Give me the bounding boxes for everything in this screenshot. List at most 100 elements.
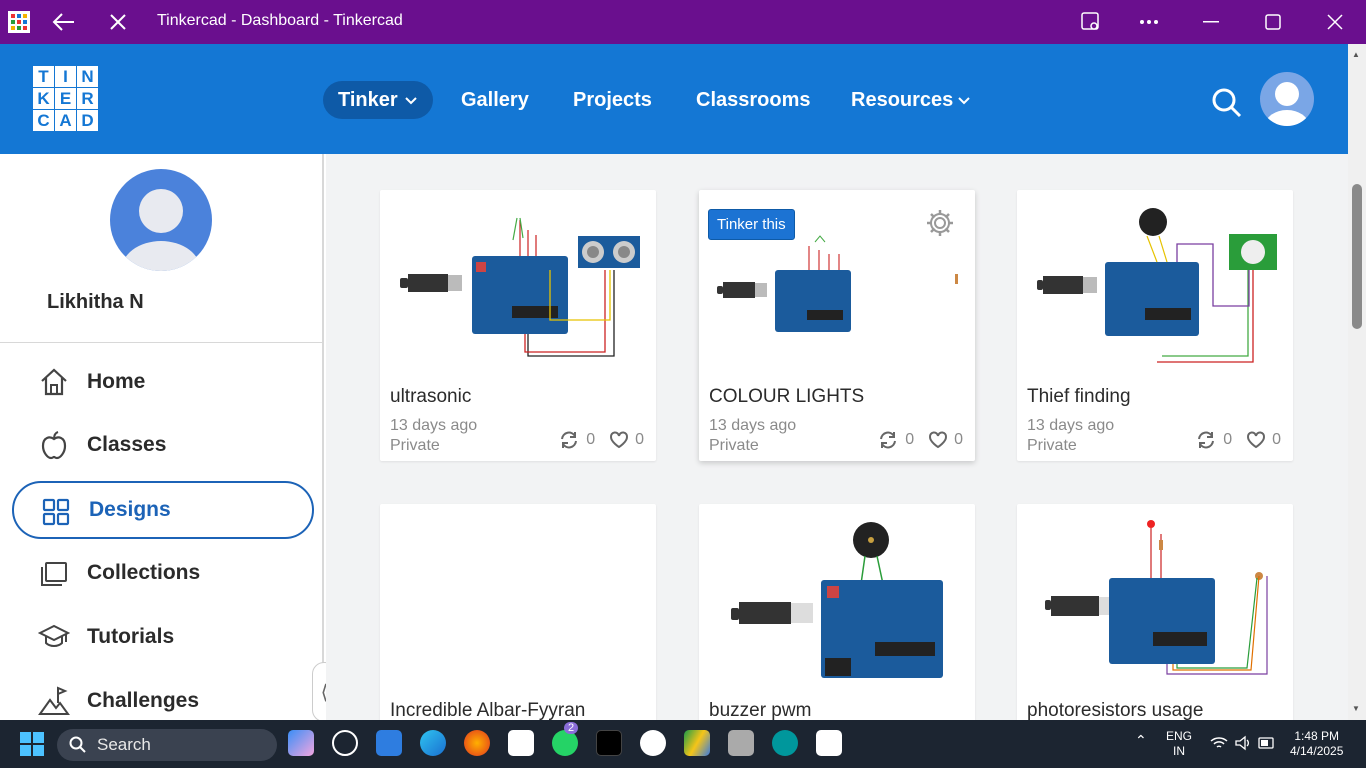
taskbar-clock[interactable]: 1:48 PM 4/14/2025	[1290, 729, 1343, 759]
design-card[interactable]: ultrasonic 13 days ago Private 0 0	[380, 190, 656, 461]
whatsapp-icon[interactable]: 2	[552, 722, 579, 756]
sidebar-item-designs[interactable]: Designs	[12, 481, 314, 539]
windows-taskbar: Search 2 ⌃ ENG IN 1:48 PM 4/14/2025	[0, 720, 1366, 768]
remix-icon	[1198, 431, 1215, 449]
nav-tinker[interactable]: Tinker	[323, 81, 433, 119]
nav-classrooms-label: Classrooms	[696, 88, 811, 111]
battery-icon[interactable]	[1258, 736, 1276, 754]
design-card[interactable]: buzzer pwm	[699, 504, 975, 720]
design-stats: 0 0	[1195, 430, 1281, 450]
copilot-icon[interactable]	[288, 730, 314, 756]
heart-icon[interactable]	[928, 431, 948, 449]
designs-grid: ultrasonic 13 days ago Private 0 0 Tinke…	[326, 154, 1348, 720]
design-title[interactable]: COLOUR LIGHTS	[709, 386, 864, 408]
search-icon[interactable]	[1208, 84, 1244, 120]
nav-gallery[interactable]: Gallery	[446, 81, 544, 119]
store-icon[interactable]	[376, 730, 402, 756]
edge-icon[interactable]	[420, 730, 446, 756]
windows-start-icon[interactable]	[20, 732, 44, 761]
design-thumbnail[interactable]	[380, 504, 656, 689]
nav-classrooms[interactable]: Classrooms	[681, 81, 826, 119]
design-card[interactable]: Tinker this COLOUR LIGHTS 13 days ago Pr…	[699, 190, 975, 461]
sidebar-item-collections[interactable]: Collections	[12, 544, 314, 602]
sidebar-item-label: Collections	[87, 561, 201, 584]
search-placeholder: Search	[97, 735, 151, 754]
more-options-icon[interactable]	[1134, 0, 1164, 44]
design-thumbnail[interactable]	[699, 504, 975, 689]
chevron-up-icon[interactable]: ⌃	[1135, 732, 1147, 749]
app-icon[interactable]	[728, 730, 754, 756]
tinkercad-taskbar-icon[interactable]	[816, 730, 842, 756]
minimize-icon[interactable]	[1196, 0, 1226, 44]
sidebar-item-home[interactable]: Home	[12, 353, 314, 411]
app-available-icon[interactable]	[1076, 0, 1106, 44]
scroll-up-icon[interactable]: ▲	[1352, 50, 1360, 59]
design-title[interactable]: buzzer pwm	[709, 700, 811, 720]
sidebar-item-classes[interactable]: Classes	[12, 416, 314, 474]
nav-resources[interactable]: Resources	[836, 81, 986, 119]
design-thumbnail[interactable]	[1017, 190, 1293, 375]
sidebar-item-challenges[interactable]: Challenges	[12, 672, 314, 720]
design-privacy: Private	[709, 437, 759, 454]
heart-icon[interactable]	[1246, 431, 1266, 449]
sidebar-item-label: Classes	[87, 433, 167, 456]
sidebar-item-tutorials[interactable]: Tutorials	[12, 608, 314, 666]
user-avatar[interactable]	[1260, 72, 1314, 126]
close-window-icon[interactable]	[1320, 0, 1350, 44]
language-indicator[interactable]: ENG IN	[1166, 729, 1192, 759]
scroll-down-icon[interactable]: ▼	[1352, 704, 1360, 713]
heart-icon[interactable]	[609, 431, 629, 449]
google-drive-icon[interactable]	[684, 730, 710, 756]
graduation-cap-icon	[37, 621, 71, 653]
medium-icon[interactable]	[596, 730, 622, 756]
scrollbar-thumb[interactable]	[1352, 184, 1362, 329]
notification-badge: 2	[564, 722, 579, 734]
arduino-ide-icon[interactable]	[772, 730, 798, 756]
design-title[interactable]: ultrasonic	[390, 386, 471, 408]
gear-icon[interactable]	[925, 208, 955, 238]
close-page-icon[interactable]	[103, 0, 133, 44]
nav-tinker-label: Tinker	[338, 88, 398, 111]
firefox-icon[interactable]	[464, 730, 490, 756]
window-title: Tinkercad - Dashboard - Tinkercad	[157, 12, 403, 29]
gmail-icon[interactable]	[508, 730, 534, 756]
taskbar-search[interactable]: Search	[57, 729, 277, 761]
design-title[interactable]: photoresistors usage	[1027, 700, 1203, 720]
design-privacy: Private	[1027, 437, 1077, 454]
volume-icon[interactable]	[1234, 735, 1252, 756]
lang-line-2: IN	[1173, 744, 1185, 758]
search-icon	[69, 736, 86, 753]
back-arrow-icon[interactable]	[48, 0, 80, 44]
nav-projects[interactable]: Projects	[558, 81, 667, 119]
design-card[interactable]: Thief finding 13 days ago Private 0 0	[1017, 190, 1293, 461]
wifi-icon[interactable]	[1210, 736, 1228, 755]
lang-line-1: ENG	[1166, 729, 1193, 743]
chatgpt-icon[interactable]	[332, 730, 358, 756]
remix-count: 0	[905, 431, 915, 448]
like-count: 0	[635, 431, 644, 448]
design-date: 13 days ago	[1027, 417, 1115, 434]
design-card[interactable]: photoresistors usage	[1017, 504, 1293, 720]
design-card[interactable]: Incredible Albar-Fyyran	[380, 504, 656, 720]
page-scrollbar[interactable]: ▲ ▼	[1348, 44, 1366, 720]
design-title[interactable]: Incredible Albar-Fyyran	[390, 700, 585, 720]
sidebar-item-label: Tutorials	[87, 625, 175, 648]
design-thumbnail[interactable]	[1017, 504, 1293, 689]
remix-count: 0	[586, 431, 596, 448]
maximize-icon[interactable]	[1258, 0, 1288, 44]
design-stats: 0 0	[558, 430, 644, 450]
design-thumbnail[interactable]	[380, 190, 656, 375]
design-title[interactable]: Thief finding	[1027, 386, 1131, 408]
tinker-this-button[interactable]: Tinker this	[708, 209, 795, 240]
clock-time: 1:48 PM	[1294, 729, 1340, 743]
profile-name: Likhitha N	[47, 291, 144, 313]
chevron-down-icon	[958, 97, 970, 105]
apple-icon	[38, 429, 70, 461]
clock-date: 4/14/2025	[1290, 744, 1344, 758]
github-icon[interactable]	[640, 730, 666, 756]
tinkercad-logo[interactable]: T I N K E R C A D	[33, 66, 98, 131]
remix-icon	[561, 431, 578, 449]
profile-avatar[interactable]	[110, 169, 212, 271]
logo-letter: T	[33, 66, 54, 87]
logo-letter: A	[55, 110, 76, 131]
